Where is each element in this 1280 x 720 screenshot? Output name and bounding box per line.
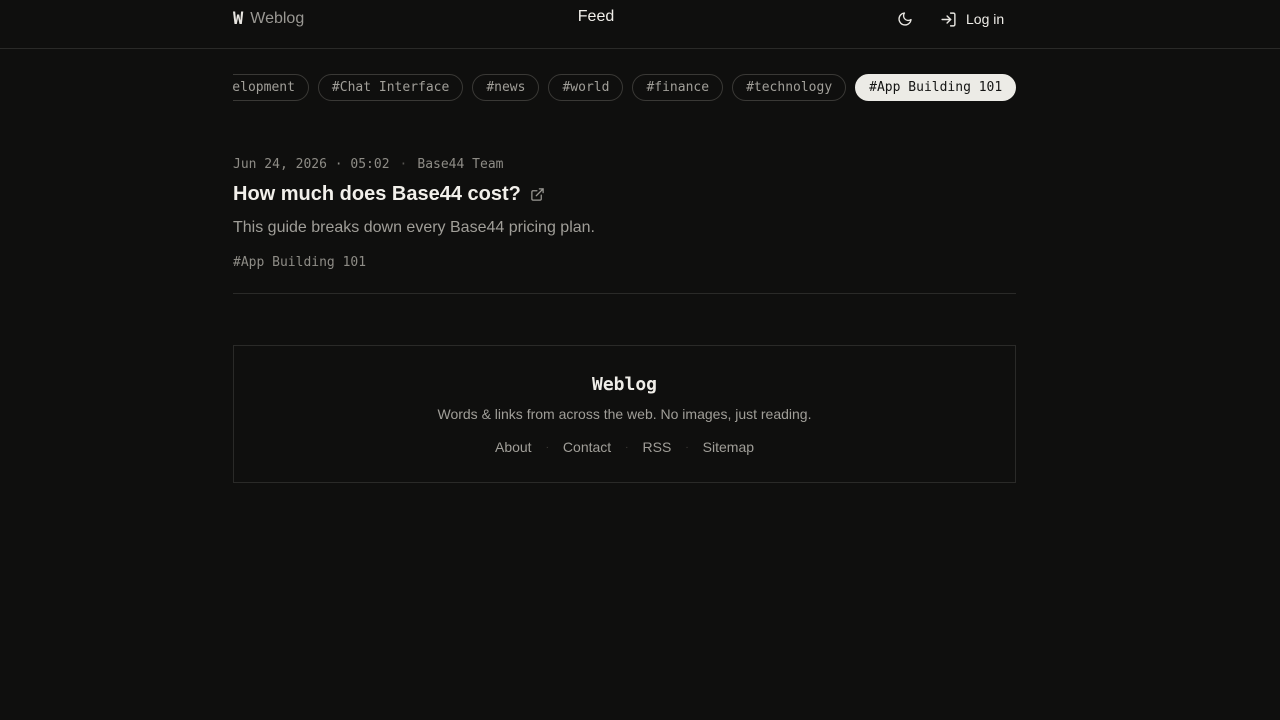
tag-filter-track: #Development #Chat Interface #news #world #f… — [233, 74, 1016, 104]
footer-link-separator: · — [685, 442, 689, 453]
tag-chip[interactable]: #Development — [233, 74, 309, 101]
post-card: Jun 24, 2026 · 05:02 · Base44 Team How m… — [233, 150, 1016, 294]
brand-link[interactable]: W Weblog — [233, 8, 304, 30]
login-button[interactable]: Log in — [940, 8, 1004, 30]
post-title: How much does Base44 cost? — [233, 183, 521, 205]
footer-title: Weblog — [591, 374, 658, 395]
brand-logo-icon: W — [233, 9, 243, 29]
post-date: Jun 24, 2026 · 05:02 — [233, 157, 390, 172]
tag-chip[interactable]: #finance — [632, 74, 724, 101]
tag-chip[interactable]: #Chat Interface — [317, 74, 464, 101]
footer-links: About · Contact · RSS · Sitemap — [234, 439, 1015, 457]
tag-filter-bar[interactable]: #Development #Chat Interface #news #world #f… — [233, 74, 1016, 104]
footer-link-separator: · — [545, 442, 549, 453]
footer-link-separator: · — [625, 442, 629, 453]
site-footer: Weblog Words & links from across the web… — [233, 345, 1016, 483]
post-excerpt: This guide breaks down every Base44 pric… — [233, 219, 595, 236]
post-meta: Jun 24, 2026 · 05:02 · Base44 Team — [233, 157, 503, 172]
theme-toggle-button[interactable] — [893, 7, 917, 31]
post-title-link[interactable]: How much does Base44 cost? — [233, 183, 545, 206]
meta-separator: · — [399, 157, 408, 172]
external-link-icon — [530, 187, 545, 202]
tag-chip[interactable]: #news — [472, 74, 540, 101]
log-in-icon — [941, 11, 956, 27]
tag-chip[interactable]: #technology — [732, 74, 847, 101]
post-author: Base44 Team — [417, 157, 504, 172]
top-navigation-bar: W Weblog Feed Log in — [0, 0, 1280, 49]
footer-link-sitemap[interactable]: Sitemap — [703, 439, 754, 457]
footer-link-rss[interactable]: RSS — [643, 439, 672, 457]
footer-tagline: Words & links from across the web. No im… — [437, 406, 812, 422]
tag-chip[interactable]: #App Building 101 — [855, 74, 1016, 101]
post-tag-link[interactable]: #App Building 101 — [233, 255, 366, 270]
footer-link-about[interactable]: About — [495, 439, 532, 457]
nav-feed-link[interactable]: Feed — [578, 8, 614, 30]
nav-title-wrapper: Feed — [0, 8, 1280, 30]
footer-link-contact[interactable]: Contact — [563, 439, 611, 457]
tag-chip[interactable]: #world — [548, 74, 624, 101]
login-label: Log in — [966, 11, 1005, 27]
moon-icon — [898, 12, 912, 26]
brand-name: Weblog — [250, 10, 305, 27]
